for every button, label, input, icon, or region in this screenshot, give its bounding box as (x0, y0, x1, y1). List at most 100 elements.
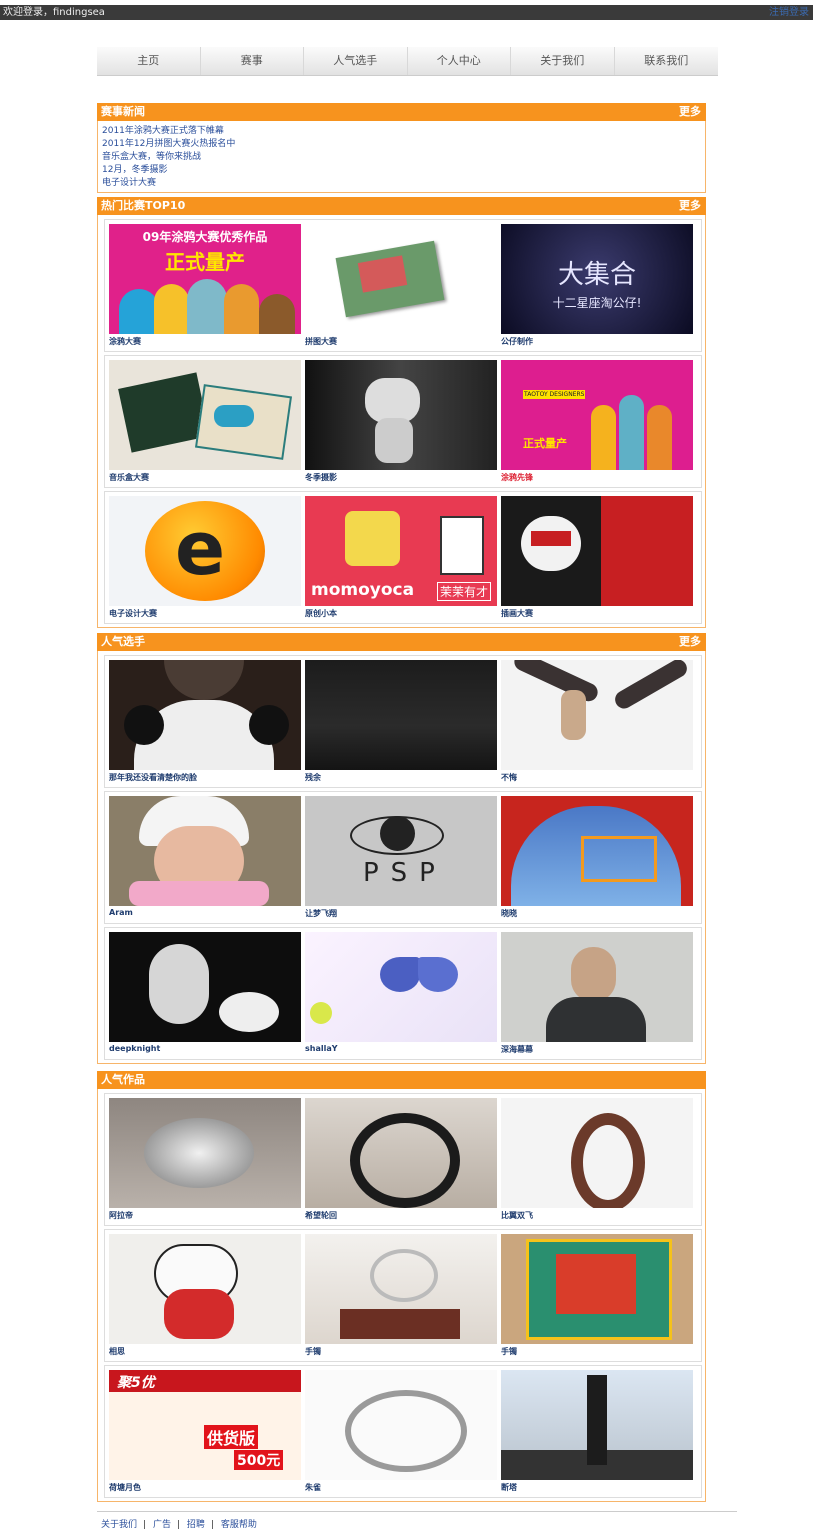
thumbnail-image[interactable] (501, 796, 693, 906)
thumbnail-image[interactable] (501, 496, 693, 606)
nav-user-center[interactable]: 个人中心 (408, 47, 511, 75)
thumbnail-caption[interactable]: 残余 (305, 772, 321, 783)
footer-ads-link[interactable]: 广告 (153, 1520, 171, 1530)
thumbnail-card[interactable]: PSP 让梦飞翔 (305, 796, 497, 922)
thumbnail-image[interactable] (109, 360, 301, 470)
footer-jobs-link[interactable]: 招聘 (187, 1520, 205, 1530)
thumbnail-image[interactable]: 聚5优 供货版 500元 (109, 1370, 301, 1480)
thumbnail-card[interactable]: 比翼双飞 (501, 1098, 693, 1224)
thumbnail-caption[interactable]: 晓晓 (501, 908, 517, 919)
thumbnail-caption[interactable]: 让梦飞翔 (305, 908, 337, 919)
news-item[interactable]: 2011年12月拼图大赛火热报名中 (102, 138, 235, 151)
thumbnail-card[interactable]: 音乐盒大赛 (109, 360, 301, 486)
thumbnail-image[interactable] (501, 932, 693, 1042)
thumbnail-image[interactable]: PSP (305, 796, 497, 906)
thumbnail-card[interactable]: 手镯 (501, 1234, 693, 1360)
thumbnail-card[interactable]: 希望轮回 (305, 1098, 497, 1224)
thumbnail-caption[interactable]: 那年我还没看清楚你的脸 (109, 772, 197, 783)
news-more-link[interactable]: 更多 (679, 103, 701, 121)
thumbnail-caption[interactable]: 公仔制作 (501, 336, 533, 347)
thumbnail-card[interactable]: 朱雀 (305, 1370, 497, 1496)
news-item[interactable]: 2011年涂鸦大赛正式落下帷幕 (102, 125, 235, 138)
players-more-link[interactable]: 更多 (679, 633, 701, 651)
footer-help-link[interactable]: 客服帮助 (221, 1520, 257, 1530)
thumbnail-caption[interactable]: 涂鸦先锋 (501, 472, 533, 483)
thumbnail-card[interactable]: TAOTOY DESIGNERS 正式量产 涂鸦先锋 (501, 360, 693, 486)
thumbnail-caption[interactable]: 插画大赛 (501, 608, 533, 619)
thumbnail-image[interactable] (501, 1370, 693, 1480)
thumbnail-card[interactable]: 手镯 (305, 1234, 497, 1360)
thumbnail-caption[interactable]: 手镯 (501, 1346, 517, 1357)
thumbnail-caption[interactable]: 手镯 (305, 1346, 321, 1357)
thumbnail-image[interactable]: TAOTOY DESIGNERS 正式量产 (501, 360, 693, 470)
thumbnail-image[interactable] (305, 1370, 497, 1480)
thumbnail-card[interactable]: 聚5优 供货版 500元荷塘月色 (109, 1370, 301, 1496)
thumbnail-image[interactable] (305, 660, 497, 770)
thumbnail-image[interactable] (109, 660, 301, 770)
thumbnail-card[interactable]: 冬季摄影 (305, 360, 497, 486)
thumbnail-card[interactable]: 断塔 (501, 1370, 693, 1496)
news-item[interactable]: 电子设计大赛 (102, 177, 235, 190)
thumbnail-image[interactable] (305, 224, 497, 334)
thumbnail-image[interactable]: momoyoca 茉茉有才 (305, 496, 497, 606)
thumbnail-caption[interactable]: 深海幕幕 (501, 1044, 533, 1055)
thumbnail-image[interactable] (501, 1234, 693, 1344)
thumbnail-caption[interactable]: 朱雀 (305, 1482, 321, 1493)
thumbnail-caption[interactable]: 拼图大赛 (305, 336, 337, 347)
thumbnail-card[interactable]: deepknight (109, 932, 301, 1058)
thumbnail-caption[interactable]: 比翼双飞 (501, 1210, 533, 1221)
nav-popular-players[interactable]: 人气选手 (304, 47, 408, 75)
thumbnail-caption[interactable]: 相思 (109, 1346, 125, 1357)
thumbnail-caption[interactable]: 希望轮回 (305, 1210, 337, 1221)
thumbnail-caption[interactable]: 断塔 (501, 1482, 517, 1493)
news-item[interactable]: 音乐盒大赛，等你来挑战 (102, 151, 235, 164)
thumbnail-image[interactable] (501, 1098, 693, 1208)
thumbnail-card[interactable]: 晓晓 (501, 796, 693, 922)
footer-about-link[interactable]: 关于我们 (101, 1520, 137, 1530)
thumbnail-card[interactable]: 阿拉帝 (109, 1098, 301, 1224)
thumbnail-image[interactable] (109, 1234, 301, 1344)
thumbnail-card[interactable]: 残余 (305, 660, 497, 786)
thumbnail-image[interactable] (305, 1234, 497, 1344)
nav-home[interactable]: 主页 (97, 47, 201, 75)
thumbnail-caption[interactable]: 原创小本 (305, 608, 337, 619)
thumbnail-card[interactable]: 那年我还没看清楚你的脸 (109, 660, 301, 786)
thumbnail-caption[interactable]: Aram (109, 908, 133, 917)
thumbnail-card[interactable]: momoyoca 茉茉有才原创小本 (305, 496, 497, 622)
thumbnail-image[interactable] (109, 1098, 301, 1208)
thumbnail-card[interactable]: shallaY (305, 932, 497, 1058)
thumbnail-caption[interactable]: 电子设计大赛 (109, 608, 157, 619)
thumbnail-card[interactable]: 深海幕幕 (501, 932, 693, 1058)
nav-events[interactable]: 赛事 (201, 47, 304, 75)
nav-about-us[interactable]: 关于我们 (511, 47, 615, 75)
thumbnail-caption[interactable]: 音乐盒大赛 (109, 472, 149, 483)
thumbnail-image[interactable] (109, 932, 301, 1042)
thumbnail-card[interactable]: e 电子设计大赛 (109, 496, 301, 622)
thumbnail-image[interactable]: 大集合 十二星座淘公仔! (501, 224, 693, 334)
thumbnail-image[interactable] (109, 796, 301, 906)
news-item[interactable]: 12月，冬季摄影 (102, 164, 235, 177)
thumbnail-caption[interactable]: 不悔 (501, 772, 517, 783)
thumbnail-card[interactable]: 不悔 (501, 660, 693, 786)
thumbnail-image[interactable] (305, 360, 497, 470)
logout-link[interactable]: 注销登录 (769, 5, 809, 20)
thumbnail-card[interactable]: 大集合 十二星座淘公仔! 公仔制作 (501, 224, 693, 350)
thumbnail-caption[interactable]: deepknight (109, 1044, 160, 1053)
thumbnail-image[interactable]: 09年涂鸦大赛优秀作品 正式量产 (109, 224, 301, 334)
top10-more-link[interactable]: 更多 (679, 197, 701, 215)
thumbnail-image[interactable]: e (109, 496, 301, 606)
nav-contact-us[interactable]: 联系我们 (615, 47, 719, 75)
thumbnail-image[interactable] (305, 932, 497, 1042)
thumbnail-card[interactable]: 相思 (109, 1234, 301, 1360)
thumbnail-card[interactable]: Aram (109, 796, 301, 922)
thumbnail-image[interactable] (501, 660, 693, 770)
thumbnail-card[interactable]: 拼图大赛 (305, 224, 497, 350)
thumbnail-card[interactable]: 插画大赛 (501, 496, 693, 622)
thumbnail-caption[interactable]: 阿拉帝 (109, 1210, 133, 1221)
thumbnail-image[interactable] (305, 1098, 497, 1208)
thumbnail-caption[interactable]: 涂鸦大赛 (109, 336, 141, 347)
thumbnail-caption[interactable]: 冬季摄影 (305, 472, 337, 483)
thumbnail-caption[interactable]: 荷塘月色 (109, 1482, 141, 1493)
thumbnail-caption[interactable]: shallaY (305, 1044, 338, 1053)
thumbnail-card[interactable]: 09年涂鸦大赛优秀作品 正式量产 涂鸦大赛 (109, 224, 301, 350)
